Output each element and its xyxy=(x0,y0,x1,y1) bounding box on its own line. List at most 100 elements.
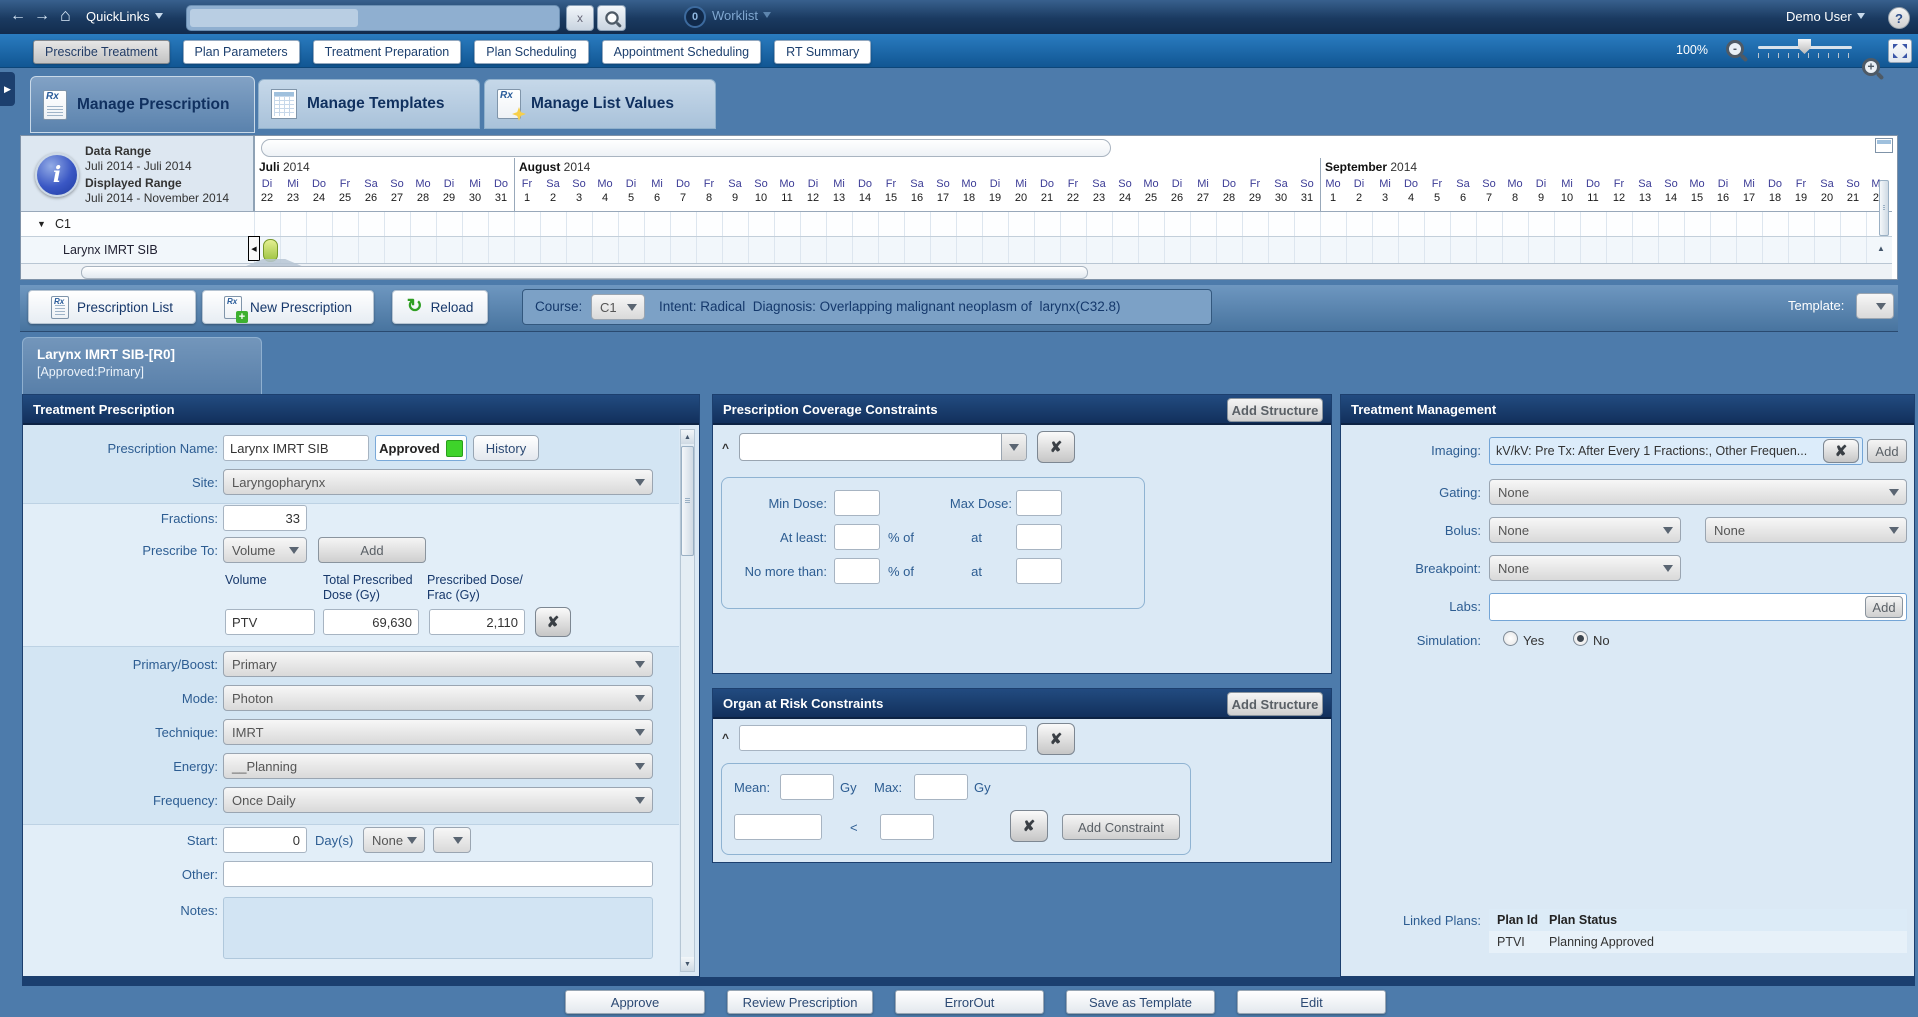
nav-tab-appointment-scheduling[interactable]: Appointment Scheduling xyxy=(602,40,762,64)
energy-dropdown[interactable]: __Planning xyxy=(223,753,653,779)
simulation-no-radio[interactable] xyxy=(1573,631,1588,646)
nav-tab-plan-scheduling[interactable]: Plan Scheduling xyxy=(474,40,588,64)
search-input[interactable] xyxy=(190,9,358,27)
tab-manage-templates[interactable]: Manage Templates xyxy=(258,79,480,129)
remove-structure-button[interactable]: ✘ xyxy=(1037,723,1075,755)
clear-search-button[interactable]: x xyxy=(566,5,594,31)
errorout-button[interactable]: ErrorOut xyxy=(895,990,1044,1014)
max-input[interactable] xyxy=(914,774,968,800)
oar-structure-input[interactable] xyxy=(739,725,1027,751)
prescription-timeline-marker[interactable] xyxy=(263,239,278,262)
add-volume-button[interactable]: Add xyxy=(318,537,426,563)
approve-button[interactable]: Approve xyxy=(565,990,705,1014)
frequency-dropdown[interactable]: Once Daily xyxy=(223,787,653,813)
zoom-slider-handle[interactable] xyxy=(1798,39,1811,54)
timeline-range-slider[interactable] xyxy=(261,139,1111,157)
nav-tab-rt-summary[interactable]: RT Summary xyxy=(774,40,871,64)
add-structure-button[interactable]: Add Structure xyxy=(1227,692,1323,716)
remove-volume-button[interactable]: ✘ xyxy=(535,607,571,637)
tab-manage-list-values[interactable]: Rx Manage List Values xyxy=(484,79,716,129)
fullscreen-icon[interactable] xyxy=(1888,39,1912,63)
review-prescription-button[interactable]: Review Prescription xyxy=(727,990,873,1014)
back-icon[interactable]: ← xyxy=(10,6,26,26)
history-button[interactable]: History xyxy=(473,435,539,461)
scheduler-vertical-scrollbar[interactable] xyxy=(1879,180,1889,236)
no-more-pct-input[interactable] xyxy=(834,558,880,584)
nav-tab-treatment-preparation[interactable]: Treatment Preparation xyxy=(313,40,462,64)
scroll-up-icon[interactable]: ▲ xyxy=(1877,244,1885,253)
forward-icon[interactable]: → xyxy=(34,6,50,26)
timeline-horizontal-scrollbar[interactable] xyxy=(81,266,1088,279)
prescription-name-input[interactable]: Larynx IMRT SIB xyxy=(223,435,369,461)
fractions-input[interactable]: 33 xyxy=(223,505,307,531)
start-extra-dropdown[interactable] xyxy=(433,827,471,853)
zoom-in-icon[interactable]: + xyxy=(1862,58,1880,76)
scroll-down-button[interactable]: ▼ xyxy=(681,957,694,971)
primary-boost-dropdown[interactable]: Primary xyxy=(223,651,653,677)
tab-manage-prescription[interactable]: Rx Manage Prescription xyxy=(30,76,255,133)
timeline-left-handle[interactable]: ◀ xyxy=(248,236,260,261)
collapse-icon[interactable]: ^ xyxy=(722,731,729,745)
at-least-dose-input[interactable] xyxy=(1016,524,1062,550)
mode-dropdown[interactable]: Photon xyxy=(223,685,653,711)
add-constraint-button[interactable]: Add Constraint xyxy=(1062,814,1180,840)
course-tree-row[interactable]: ▼ C1 xyxy=(21,211,1892,237)
bolus-dropdown-2[interactable]: None xyxy=(1705,517,1907,543)
gating-dropdown[interactable]: None xyxy=(1489,479,1907,505)
help-button[interactable]: ? xyxy=(1888,7,1910,29)
start-input[interactable]: 0 xyxy=(223,827,307,853)
site-dropdown[interactable]: Laryngopharynx xyxy=(223,469,653,495)
nav-tab-plan-parameters[interactable]: Plan Parameters xyxy=(183,40,300,64)
nav-tab-prescribe-treatment[interactable]: Prescribe Treatment xyxy=(33,40,170,64)
template-dropdown[interactable] xyxy=(1856,293,1894,319)
remove-imaging-button[interactable]: ✘ xyxy=(1823,439,1859,463)
total-dose-input[interactable]: 69,630 xyxy=(323,609,419,635)
labs-input[interactable] xyxy=(1489,593,1907,621)
custom-constraint-input[interactable] xyxy=(734,814,822,840)
panel-vertical-scrollbar[interactable]: ▲ ▼ xyxy=(680,429,695,972)
remove-constraint-button[interactable]: ✘ xyxy=(1010,810,1048,842)
worklist-menu[interactable]: Worklist xyxy=(712,8,771,23)
linked-plan-row[interactable]: PTVIPlanning Approved xyxy=(1489,931,1907,953)
imaging-field[interactable]: kV/kV: Pre Tx: After Every 1 Fractions:,… xyxy=(1489,437,1863,465)
reload-button[interactable]: ↻ Reload xyxy=(392,290,488,324)
remove-structure-button[interactable]: ✘ xyxy=(1037,431,1075,463)
sidebar-expand-button[interactable]: ▶ xyxy=(0,72,15,106)
collapse-icon[interactable]: ^ xyxy=(722,441,729,455)
volume-input[interactable]: PTV xyxy=(225,609,315,635)
at-least-pct-input[interactable] xyxy=(834,524,880,550)
breakpoint-dropdown[interactable]: None xyxy=(1489,555,1681,581)
save-as-template-button[interactable]: Save as Template xyxy=(1066,990,1215,1014)
user-menu[interactable]: Demo User xyxy=(1786,7,1865,27)
home-icon[interactable]: ⌂ xyxy=(60,5,71,25)
add-structure-button[interactable]: Add Structure xyxy=(1227,398,1323,422)
mean-input[interactable] xyxy=(780,774,834,800)
min-dose-input[interactable] xyxy=(834,490,880,516)
prescribe-to-dropdown[interactable]: Volume xyxy=(223,537,307,563)
edit-button[interactable]: Edit xyxy=(1237,990,1386,1014)
coverage-structure-combobox[interactable] xyxy=(739,433,1027,461)
days-dropdown[interactable]: None xyxy=(363,827,425,853)
technique-dropdown[interactable]: IMRT xyxy=(223,719,653,745)
add-imaging-button[interactable]: Add xyxy=(1867,439,1907,463)
add-labs-button[interactable]: Add xyxy=(1865,596,1903,618)
simulation-yes-radio[interactable] xyxy=(1503,631,1518,646)
max-dose-input[interactable] xyxy=(1016,490,1062,516)
scrollbar-thumb[interactable] xyxy=(681,446,694,556)
prescription-list-button[interactable]: Rx Prescription List xyxy=(28,290,196,324)
bolus-dropdown-1[interactable]: None xyxy=(1489,517,1681,543)
course-dropdown[interactable]: C1 xyxy=(591,294,645,320)
search-button[interactable] xyxy=(597,5,626,31)
scroll-up-button[interactable]: ▲ xyxy=(681,430,694,444)
frac-dose-input[interactable]: 2,110 xyxy=(429,609,525,635)
quicklinks-menu[interactable]: QuickLinks xyxy=(86,7,163,27)
calendar-window-icon[interactable] xyxy=(1875,138,1893,153)
no-more-dose-input[interactable] xyxy=(1016,558,1062,584)
tree-expanded-icon[interactable]: ▼ xyxy=(37,219,46,229)
zoom-out-icon[interactable]: - xyxy=(1726,40,1744,58)
notes-textarea[interactable] xyxy=(223,897,653,959)
new-prescription-button[interactable]: Rx+ New Prescription xyxy=(202,290,374,324)
prescription-tab[interactable]: Larynx IMRT SIB-[R0] [Approved:Primary] xyxy=(22,337,262,394)
dropdown-button[interactable] xyxy=(1001,434,1026,460)
other-input[interactable] xyxy=(223,861,653,887)
